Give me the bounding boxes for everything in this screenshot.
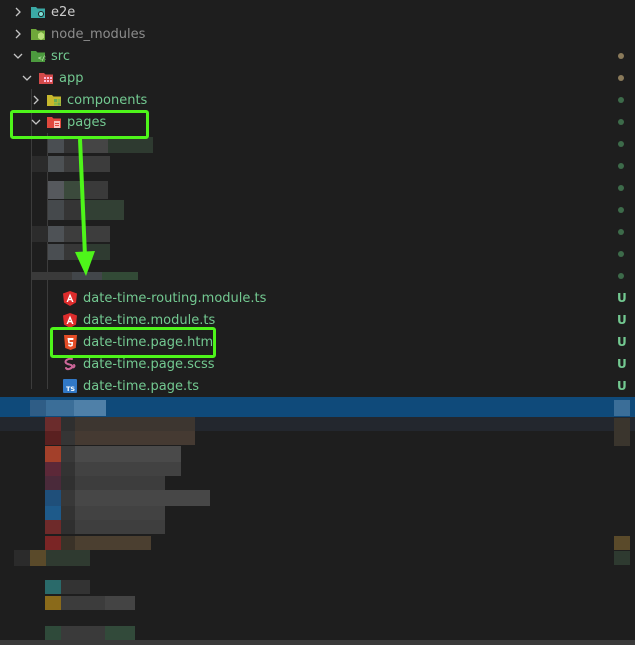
- annotation-arrow-icon: [75, 138, 95, 276]
- file-explorer-tree: e2e node_modules </> src app: [0, 0, 635, 645]
